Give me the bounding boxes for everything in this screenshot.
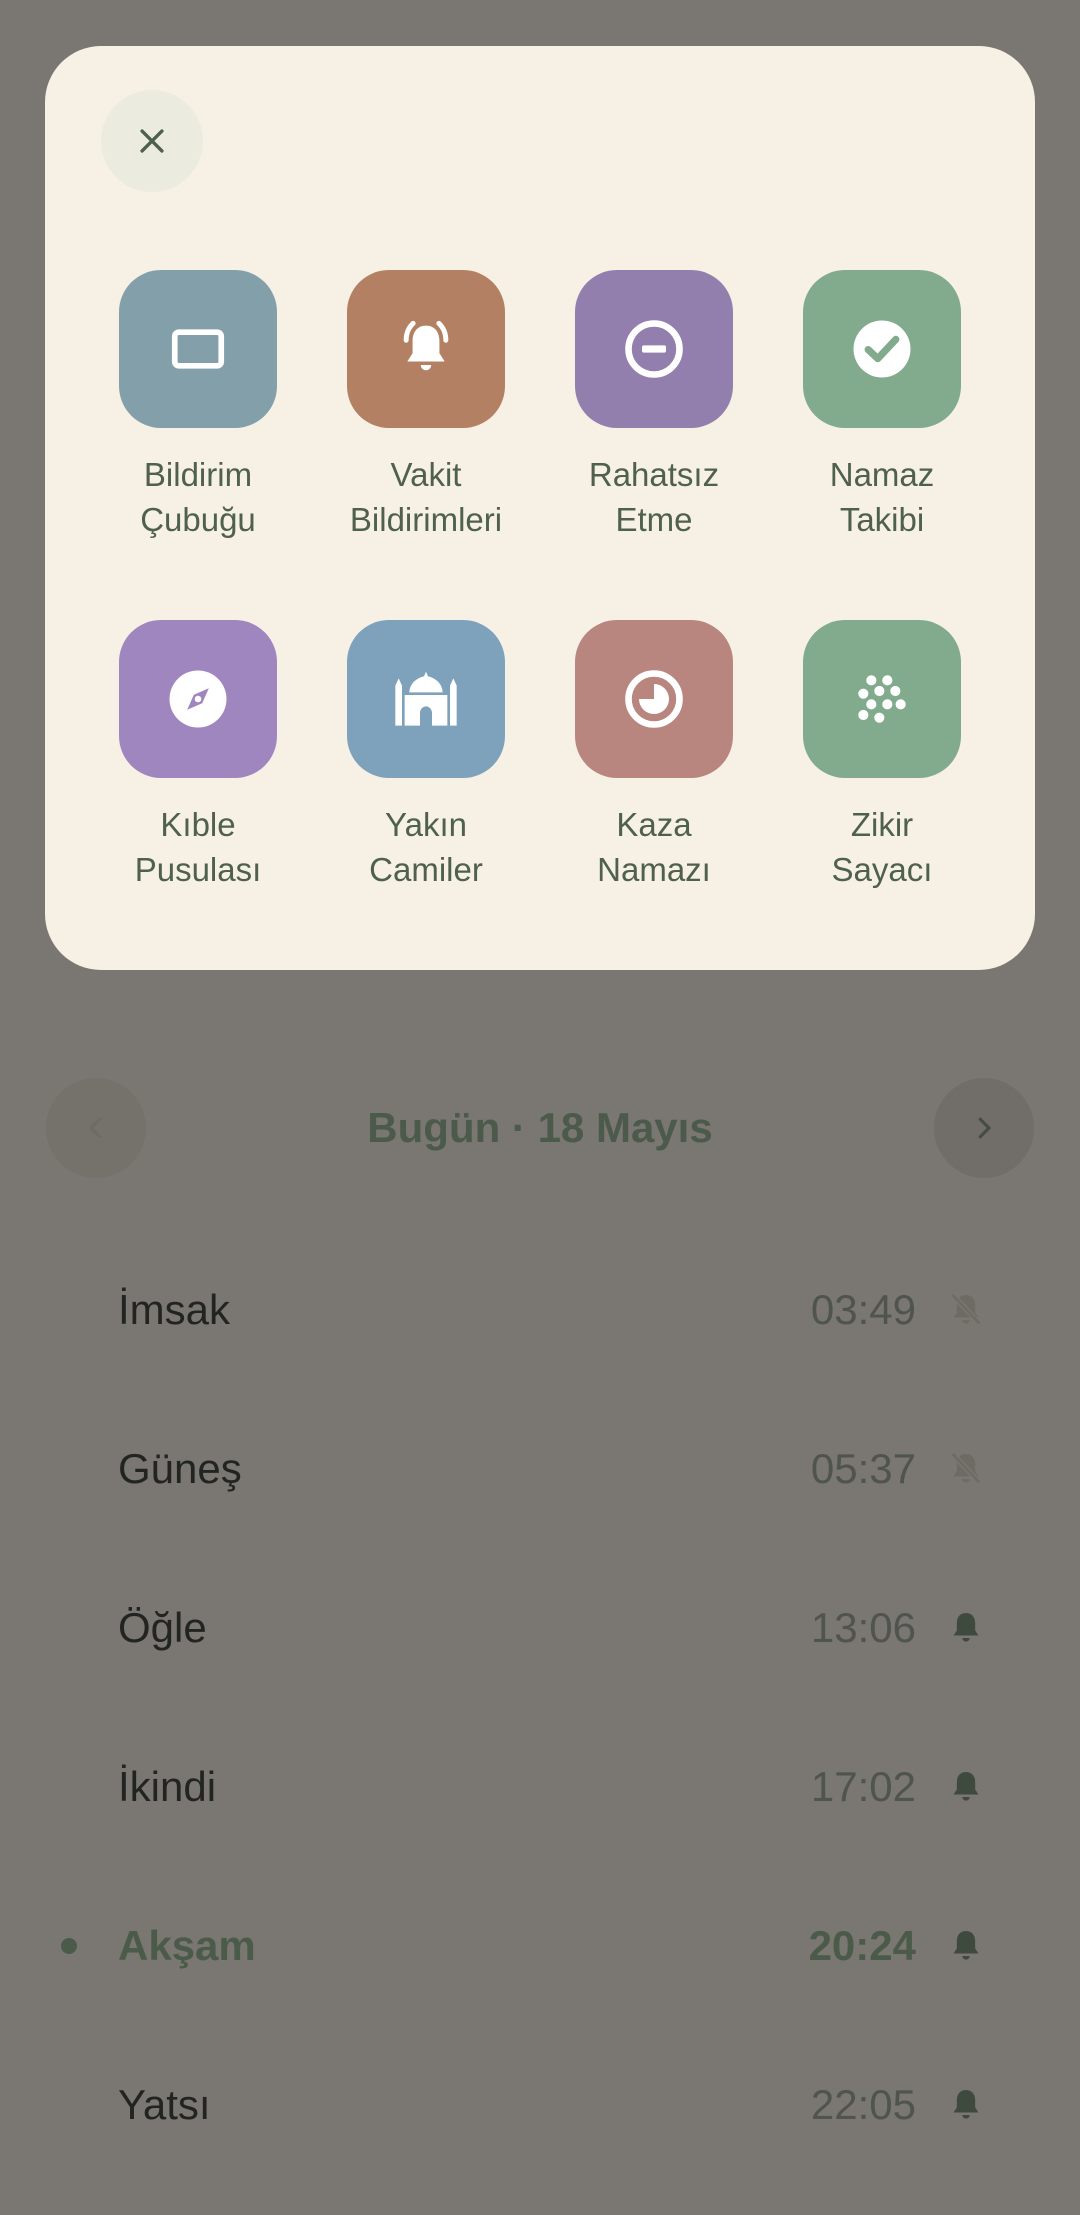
tile-label-line1: Kaza [616, 806, 692, 843]
tile-label-line2: Takibi [839, 501, 925, 538]
prayer-name: İmsak [118, 1285, 231, 1333]
prayer-time: 22:05 [810, 2080, 916, 2128]
do-not-disturb-icon [625, 320, 683, 378]
tile-label-line1: Yakın [385, 806, 467, 843]
tile-label: Bildirim Çubuğu [84, 452, 312, 542]
tile-label: Yakın Camiler [312, 802, 540, 892]
tile-icon-background [347, 620, 505, 778]
tile-label-line2: Pusulası [134, 851, 262, 888]
prayer-row-imsak[interactable]: İmsak 03:49 [0, 1230, 1080, 1389]
tile-label-line1: Namaz [829, 456, 935, 493]
tile-label: Kaza Namazı [540, 802, 768, 892]
tile-icon-background [575, 620, 733, 778]
next-day-button[interactable] [934, 1078, 1034, 1178]
tile-label-line2: Çubuğu [140, 501, 256, 538]
menu-tile-do-not-disturb[interactable]: Rahatsız Etme [540, 270, 768, 542]
compass-icon [169, 670, 227, 728]
prayer-name: Güneş [118, 1444, 242, 1492]
tile-label: Vakit Bildirimleri [312, 452, 540, 542]
tile-label-line2: Namazı [597, 851, 711, 888]
tile-icon-background [347, 270, 505, 428]
menu-tile-prayer-notifications[interactable]: Vakit Bildirimleri [312, 270, 540, 542]
menu-tile-notification-bar[interactable]: Bildirim Çubuğu [84, 270, 312, 542]
bell-icon[interactable] [946, 1926, 986, 1966]
date-navigator: Bugün · 18 Mayıs [46, 1078, 1034, 1178]
prayer-name: Akşam [118, 1921, 256, 1969]
tile-icon-background [803, 270, 961, 428]
tile-icon-background [119, 620, 277, 778]
prayer-row-yatsi[interactable]: Yatsı 22:05 [0, 2025, 1080, 2184]
notification-bar-icon [171, 329, 225, 369]
tile-label-line2: Bildirimleri [349, 501, 503, 538]
tile-label-line1: Bildirim [143, 456, 253, 493]
prayer-time: 05:37 [810, 1444, 916, 1492]
check-circle-icon [853, 320, 911, 378]
tile-label-line2: Camiler [369, 851, 483, 888]
prayer-time: 20:24 [808, 1921, 916, 1969]
tile-icon-background [803, 620, 961, 778]
tile-icon-background [119, 270, 277, 428]
prayer-row-ikindi[interactable]: İkindi 17:02 [0, 1707, 1080, 1866]
prayer-times-list: İmsak 03:49 Güneş 05:37 Öğle 13:06 İkind… [0, 1230, 1080, 2184]
bell-off-icon[interactable] [946, 1449, 986, 1489]
bell-ringing-icon [403, 320, 449, 371]
prayer-row-ogle[interactable]: Öğle 13:06 [0, 1548, 1080, 1707]
tile-label-line2: Sayacı [831, 851, 933, 888]
date-title: Bugün · 18 Mayıs [367, 1104, 713, 1151]
mosque-icon [395, 671, 457, 726]
tile-label-line1: Vakit [390, 456, 462, 493]
prayer-row-gunes[interactable]: Güneş 05:37 [0, 1389, 1080, 1548]
tile-icon-background [575, 270, 733, 428]
menu-tile-missed-prayers[interactable]: Kaza Namazı [540, 620, 768, 892]
bell-off-icon[interactable] [946, 1290, 986, 1330]
current-prayer-indicator [61, 1937, 77, 1954]
menu-tile-dhikr-counter[interactable]: Zikir Sayacı [768, 620, 996, 892]
tile-label: Zikir Sayacı [768, 802, 996, 892]
prayer-name: Yatsı [118, 2080, 211, 2128]
prayer-time: 17:02 [810, 1762, 916, 1810]
bell-icon[interactable] [946, 1608, 986, 1648]
prayer-time: 03:49 [810, 1285, 916, 1333]
tile-label-line2: Etme [615, 501, 693, 538]
tile-label: Namaz Takibi [768, 452, 996, 542]
tile-label-line1: Kıble [160, 806, 236, 843]
tile-label-line1: Rahatsız [588, 456, 720, 493]
prayer-time: 13:06 [810, 1603, 916, 1651]
prayer-name: İkindi [118, 1762, 217, 1810]
tile-label: Rahatsız Etme [540, 452, 768, 542]
chevron-right-icon [978, 1117, 991, 1139]
prayer-row-aksam[interactable]: Akşam 20:24 [0, 1866, 1080, 2025]
quick-actions-panel: Bildirim Çubuğu Vakit Bildirimleri Rahat… [45, 46, 1035, 970]
tile-label-line1: Zikir [850, 806, 914, 843]
tile-label: Kıble Pusulası [84, 802, 312, 892]
prayer-beads-icon [858, 675, 906, 723]
history-clock-icon [625, 670, 683, 728]
menu-tile-qibla-compass[interactable]: Kıble Pusulası [84, 620, 312, 892]
bell-icon[interactable] [946, 2085, 986, 2125]
menu-tile-prayer-tracking[interactable]: Namaz Takibi [768, 270, 996, 542]
close-icon [140, 129, 164, 153]
close-button[interactable] [101, 90, 203, 192]
prayer-name: Öğle [118, 1603, 207, 1651]
menu-tile-nearby-mosques[interactable]: Yakın Camiler [312, 620, 540, 892]
bell-icon[interactable] [946, 1767, 986, 1807]
